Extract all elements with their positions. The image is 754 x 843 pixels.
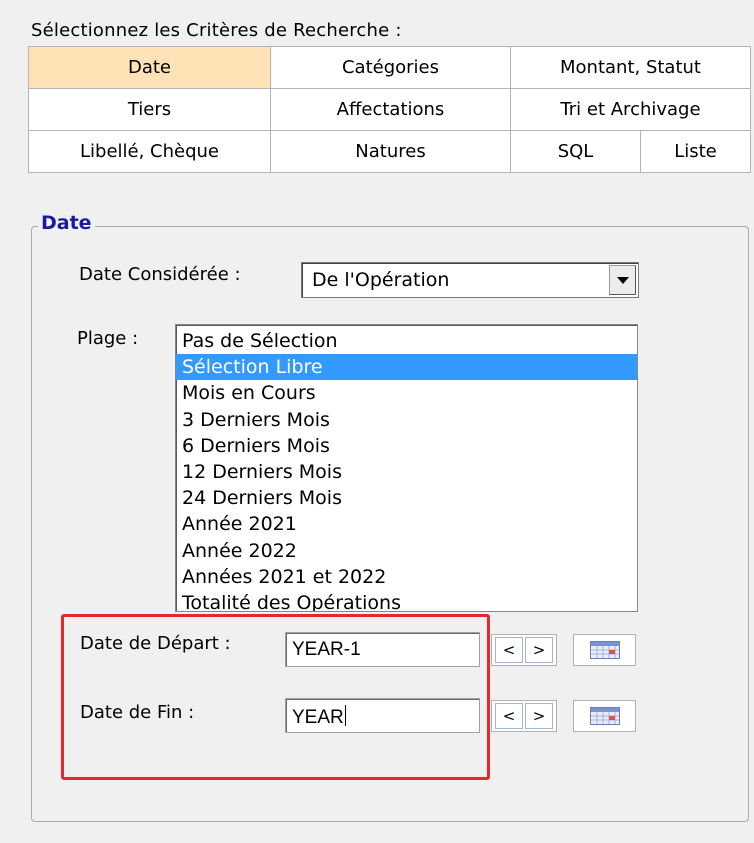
tab-tri-archivage[interactable]: Tri et Archivage	[510, 88, 751, 131]
date-fin-next-button[interactable]: >	[525, 703, 553, 729]
tab-libelle-cheque[interactable]: Libellé, Chèque	[28, 130, 271, 173]
date-fin-prev-button[interactable]: <	[495, 703, 523, 729]
tab-natures[interactable]: Natures	[270, 130, 511, 173]
date-consideree-value: De l'Opération	[312, 269, 450, 291]
list-item[interactable]: 12 Derniers Mois	[176, 459, 637, 485]
list-item[interactable]: Années 2021 et 2022	[176, 564, 637, 590]
date-fin-calendar-button[interactable]	[573, 700, 636, 732]
list-item[interactable]: Pas de Sélection	[176, 328, 637, 354]
date-depart-input[interactable]: YEAR-1	[285, 632, 480, 667]
date-fin-label: Date de Fin :	[80, 702, 195, 723]
tab-tiers[interactable]: Tiers	[28, 88, 271, 131]
date-fin-nav: < >	[491, 700, 557, 732]
list-item[interactable]: Mois en Cours	[176, 380, 637, 406]
text-caret	[344, 705, 346, 726]
dropdown-button[interactable]	[609, 265, 636, 295]
plage-listbox[interactable]: Pas de Sélection Sélection Libre Mois en…	[175, 324, 638, 612]
list-item[interactable]: Année 2021	[176, 511, 637, 537]
date-depart-prev-button[interactable]: <	[495, 637, 523, 663]
date-fieldset-legend: Date	[38, 212, 95, 234]
list-item[interactable]: Totalité des Opérations	[176, 590, 637, 611]
calendar-icon	[589, 707, 620, 725]
plage-label: Plage :	[77, 328, 139, 349]
tab-affectations[interactable]: Affectations	[270, 88, 511, 131]
list-item-selected[interactable]: Sélection Libre	[176, 354, 637, 381]
tab-liste[interactable]: Liste	[640, 130, 751, 173]
date-depart-label: Date de Départ :	[80, 633, 231, 654]
date-fin-value-wrap: YEAR	[292, 705, 346, 729]
date-consideree-select[interactable]: De l'Opération	[301, 262, 639, 298]
list-item[interactable]: 3 Derniers Mois	[176, 407, 637, 433]
calendar-icon	[589, 641, 620, 659]
list-item[interactable]: Année 2022	[176, 538, 637, 564]
tab-sql[interactable]: SQL	[510, 130, 641, 173]
date-depart-next-button[interactable]: >	[525, 637, 553, 663]
date-consideree-label: Date Considérée :	[79, 264, 241, 285]
tab-categories[interactable]: Catégories	[270, 46, 511, 89]
list-item[interactable]: 24 Derniers Mois	[176, 485, 637, 511]
date-fin-value: YEAR	[292, 707, 344, 728]
date-depart-value: YEAR-1	[292, 639, 361, 660]
chevron-down-icon	[616, 276, 629, 284]
date-fin-input[interactable]: YEAR	[285, 698, 480, 733]
search-criteria-header: Sélectionnez les Critères de Recherche :	[31, 20, 402, 41]
date-depart-calendar-button[interactable]	[573, 634, 636, 666]
date-depart-nav: < >	[491, 634, 557, 666]
tab-montant-statut[interactable]: Montant, Statut	[510, 46, 751, 89]
tab-date[interactable]: Date	[28, 46, 271, 89]
list-item[interactable]: 6 Derniers Mois	[176, 433, 637, 459]
